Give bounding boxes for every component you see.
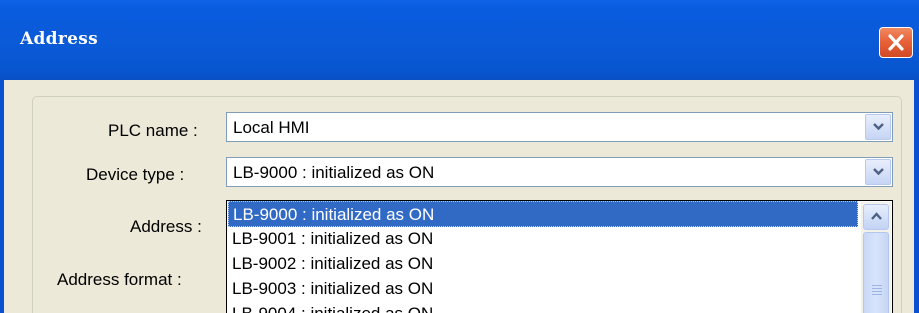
plc-name-label: PLC name :	[108, 121, 198, 140]
dropdown-option[interactable]: LB-9000 : initialized as ON	[228, 201, 858, 227]
address-format-label: Address format :	[57, 270, 182, 289]
plc-name-value: Local HMI	[233, 118, 310, 137]
device-type-dropdown-list[interactable]: LB-9000 : initialized as ON LB-9001 : in…	[226, 200, 893, 313]
dropdown-option[interactable]: LB-9001 : initialized as ON	[228, 226, 858, 252]
dropdown-scrollbar[interactable]	[861, 202, 891, 313]
dropdown-option[interactable]: LB-9002 : initialized as ON	[228, 251, 858, 277]
dialog-title: Address	[20, 29, 98, 49]
scroll-thumb[interactable]	[863, 232, 889, 313]
chevron-down-icon	[873, 123, 884, 131]
plc-name-dropdown-button[interactable]	[865, 114, 891, 140]
device-type-combobox[interactable]: LB-9000 : initialized as ON	[226, 157, 893, 187]
chevron-up-icon	[871, 212, 882, 220]
scroll-thumb-grip	[872, 285, 882, 286]
chevron-down-icon	[873, 168, 884, 176]
close-icon	[888, 34, 904, 51]
dropdown-option[interactable]: LB-9003 : initialized as ON	[228, 276, 858, 302]
title-bar[interactable]: Address	[0, 0, 919, 80]
device-type-label: Device type :	[86, 165, 185, 184]
device-type-value: LB-9000 : initialized as ON	[233, 163, 435, 182]
close-button[interactable]	[879, 27, 913, 58]
dropdown-option[interactable]: LB-9004 : initialized as ON	[228, 301, 858, 313]
scroll-up-button[interactable]	[863, 204, 889, 230]
address-label: Address :	[130, 217, 202, 236]
scroll-thumb-grip	[872, 294, 882, 295]
window-frame-right	[914, 80, 919, 313]
address-dialog: Address PLC name : Local HMI Device type…	[0, 0, 919, 313]
plc-name-combobox[interactable]: Local HMI	[226, 112, 893, 142]
scroll-thumb-grip	[872, 288, 882, 289]
device-type-dropdown-button[interactable]	[865, 159, 891, 185]
scroll-thumb-grip	[872, 291, 882, 292]
